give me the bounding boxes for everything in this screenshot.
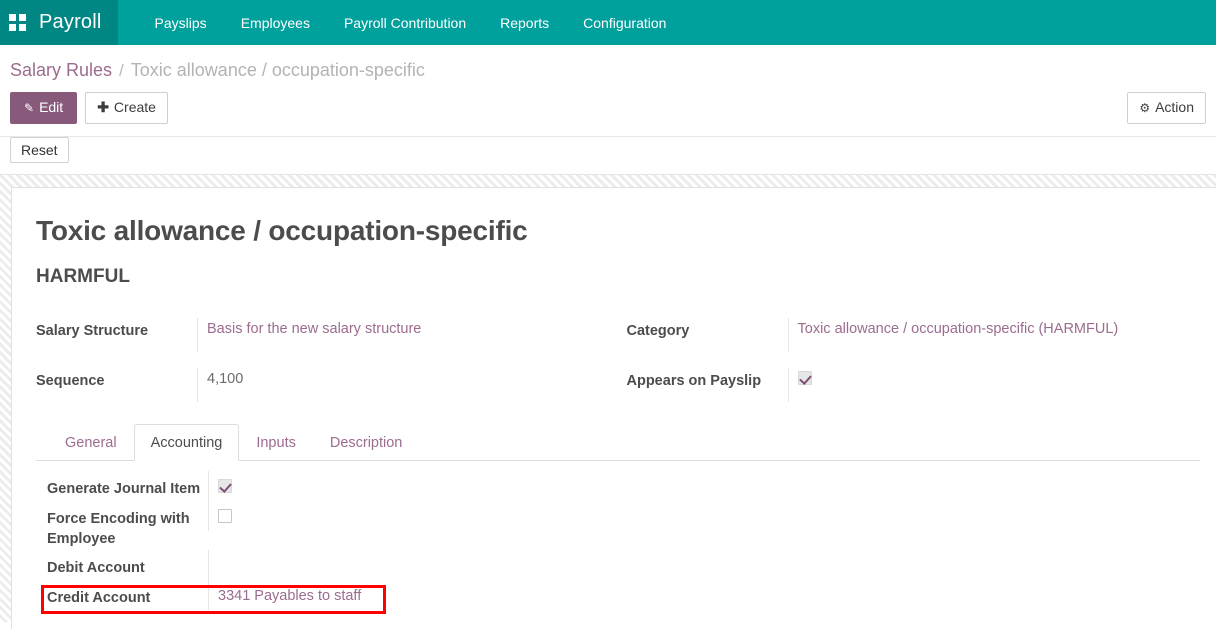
gear-icon: ⚙	[1139, 101, 1150, 115]
reset-row: Reset	[0, 137, 1216, 175]
tab-general[interactable]: General	[48, 424, 134, 461]
appears-on-payslip-checkbox[interactable]	[798, 371, 812, 385]
tab-bar: General Accounting Inputs Description	[36, 424, 1200, 461]
field-value-salary-structure[interactable]: Basis for the new salary structure	[197, 318, 613, 352]
breadcrumb-root-link[interactable]: Salary Rules	[10, 60, 112, 81]
field-generate-journal-item: Generate Journal Item	[36, 471, 1200, 501]
nav-item-employees[interactable]: Employees	[224, 0, 327, 45]
field-appears-on-payslip: Appears on Payslip	[616, 360, 1201, 410]
reset-button[interactable]: Reset	[10, 137, 69, 163]
field-label-debit-account: Debit Account	[36, 550, 208, 579]
page-title: Toxic allowance / occupation-specific	[36, 215, 1200, 247]
breadcrumb-separator: /	[119, 61, 124, 81]
top-navbar: Payroll Payslips Employees Payroll Contr…	[0, 0, 1216, 45]
nav-item-payslips[interactable]: Payslips	[138, 0, 224, 45]
generate-journal-item-checkbox[interactable]	[218, 479, 232, 493]
app-name: Payroll	[39, 11, 102, 34]
field-force-encoding-with-employee: Force Encoding with Employee	[36, 501, 1200, 550]
breadcrumb: Salary Rules / Toxic allowance / occupat…	[10, 45, 1206, 87]
field-label-generate-journal-item: Generate Journal Item	[36, 471, 208, 500]
action-button[interactable]: ⚙ Action	[1127, 92, 1206, 124]
field-label-force-encoding-with-employee: Force Encoding with Employee	[36, 501, 208, 550]
field-label-sequence: Sequence	[25, 368, 197, 392]
edit-button[interactable]: ✎ Edit	[10, 92, 77, 124]
field-category: Category Toxic allowance / occupation-sp…	[616, 310, 1201, 360]
nav-menu: Payslips Employees Payroll Contribution …	[138, 0, 684, 45]
record-subtitle: HARMFUL	[36, 266, 1200, 288]
create-button-label: Create	[114, 99, 156, 115]
notebook: General Accounting Inputs Description Ge…	[36, 424, 1200, 610]
field-value-sequence[interactable]: 4,100	[197, 368, 613, 402]
apps-grid-icon[interactable]	[9, 14, 26, 31]
nav-item-configuration[interactable]: Configuration	[566, 0, 683, 45]
nav-item-reports[interactable]: Reports	[483, 0, 566, 45]
field-value-debit-account[interactable]	[208, 550, 381, 580]
right-button-group: ⚙ Action	[1127, 92, 1206, 124]
tab-accounting[interactable]: Accounting	[134, 424, 240, 461]
form-column-left: Salary Structure Basis for the new salar…	[25, 310, 613, 410]
edit-button-label: Edit	[39, 99, 63, 115]
field-value-credit-account[interactable]: 3341 Payables to staff	[208, 580, 381, 610]
field-label-salary-structure: Salary Structure	[25, 318, 197, 342]
form-sheet: Toxic allowance / occupation-specific HA…	[11, 187, 1216, 629]
tab-description[interactable]: Description	[313, 424, 420, 461]
create-button[interactable]: ✚ Create	[85, 92, 168, 124]
plus-icon: ✚	[97, 99, 109, 115]
tab-panel-accounting: Generate Journal Item Force Encoding wit…	[36, 461, 1200, 610]
force-encoding-with-employee-checkbox[interactable]	[218, 509, 232, 523]
action-buttons-row: ✎ Edit ✚ Create ⚙ Action	[10, 87, 1206, 136]
left-button-group: ✎ Edit ✚ Create	[10, 92, 168, 124]
form-grid: Salary Structure Basis for the new salar…	[25, 310, 1200, 410]
content-background: Toxic allowance / occupation-specific HA…	[0, 175, 1216, 622]
form-column-right: Category Toxic allowance / occupation-sp…	[613, 310, 1201, 410]
action-button-label: Action	[1155, 99, 1194, 115]
field-value-generate-journal-item	[208, 471, 381, 501]
field-label-credit-account: Credit Account	[36, 580, 208, 609]
pencil-icon: ✎	[24, 101, 34, 115]
field-label-category: Category	[616, 318, 788, 342]
control-panel: Salary Rules / Toxic allowance / occupat…	[0, 45, 1216, 137]
field-sequence: Sequence 4,100	[25, 360, 613, 410]
field-salary-structure: Salary Structure Basis for the new salar…	[25, 310, 613, 360]
field-debit-account: Debit Account	[36, 550, 1200, 580]
field-label-appears-on-payslip: Appears on Payslip	[616, 368, 788, 392]
brand-zone: Payroll	[0, 0, 118, 45]
field-value-appears-on-payslip	[788, 368, 1201, 402]
field-value-category[interactable]: Toxic allowance / occupation-specific (H…	[788, 318, 1201, 352]
nav-item-payroll-contribution[interactable]: Payroll Contribution	[327, 0, 483, 45]
field-value-force-encoding-with-employee	[208, 501, 381, 531]
breadcrumb-current: Toxic allowance / occupation-specific	[131, 60, 425, 81]
tab-inputs[interactable]: Inputs	[239, 424, 313, 461]
field-credit-account: Credit Account 3341 Payables to staff	[36, 580, 1200, 610]
